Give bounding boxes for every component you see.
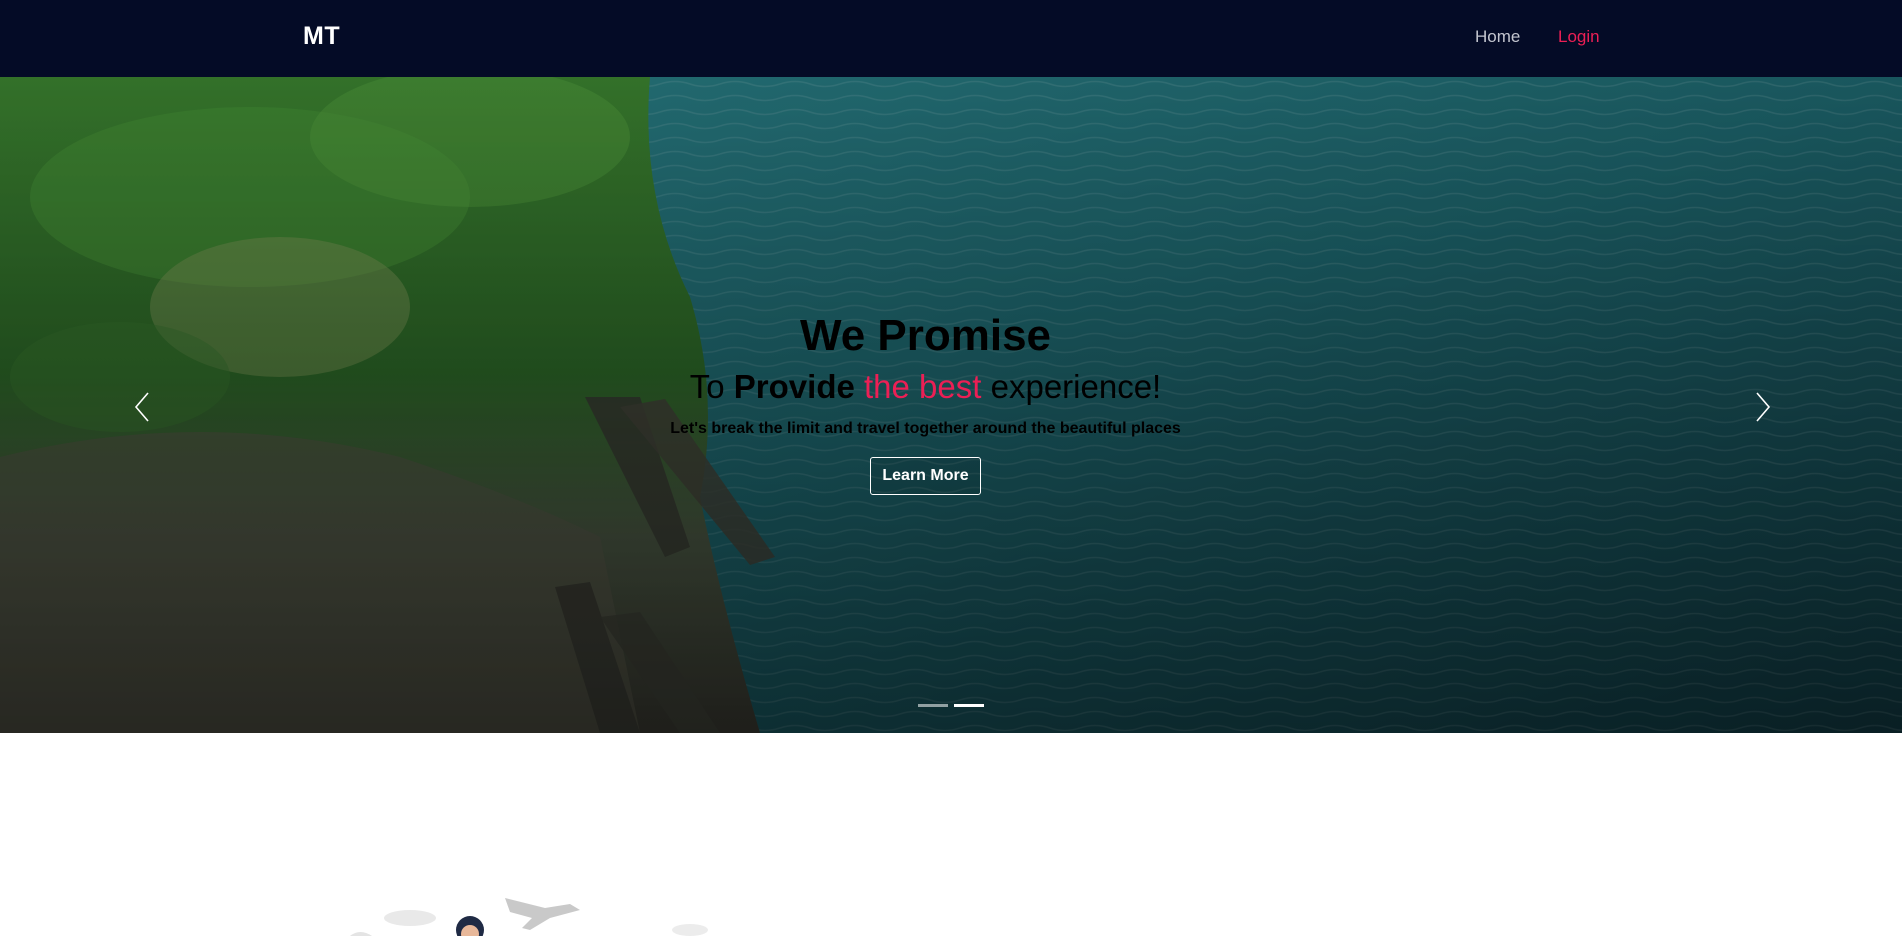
- hero-subtitle-part2: Provide: [733, 368, 855, 405]
- hero-subtitle-accent: the best: [864, 368, 982, 405]
- hero-subtitle-part1: To: [689, 368, 725, 405]
- hero-title: We Promise: [799, 311, 1052, 360]
- carousel-indicator-2-active[interactable]: [954, 704, 984, 707]
- travel-illustration: [350, 898, 708, 936]
- brand-logo[interactable]: MT: [303, 22, 340, 51]
- carousel-indicator-1[interactable]: [918, 704, 948, 707]
- content-section: [0, 733, 1902, 936]
- nav-link-home[interactable]: Home: [1475, 27, 1520, 47]
- learn-more-button[interactable]: Learn More: [870, 457, 981, 495]
- hero-subtitle: To Provide the best experience!: [0, 368, 1851, 406]
- hero-subtitle-part3: experience!: [990, 368, 1162, 405]
- navbar: MT Home Login: [0, 0, 1902, 77]
- hero-text: Let's break the limit and travel togethe…: [670, 420, 1181, 437]
- hero-carousel: We Promise To Provide the best experienc…: [0, 77, 1902, 733]
- nav-link-login[interactable]: Login: [1558, 27, 1600, 47]
